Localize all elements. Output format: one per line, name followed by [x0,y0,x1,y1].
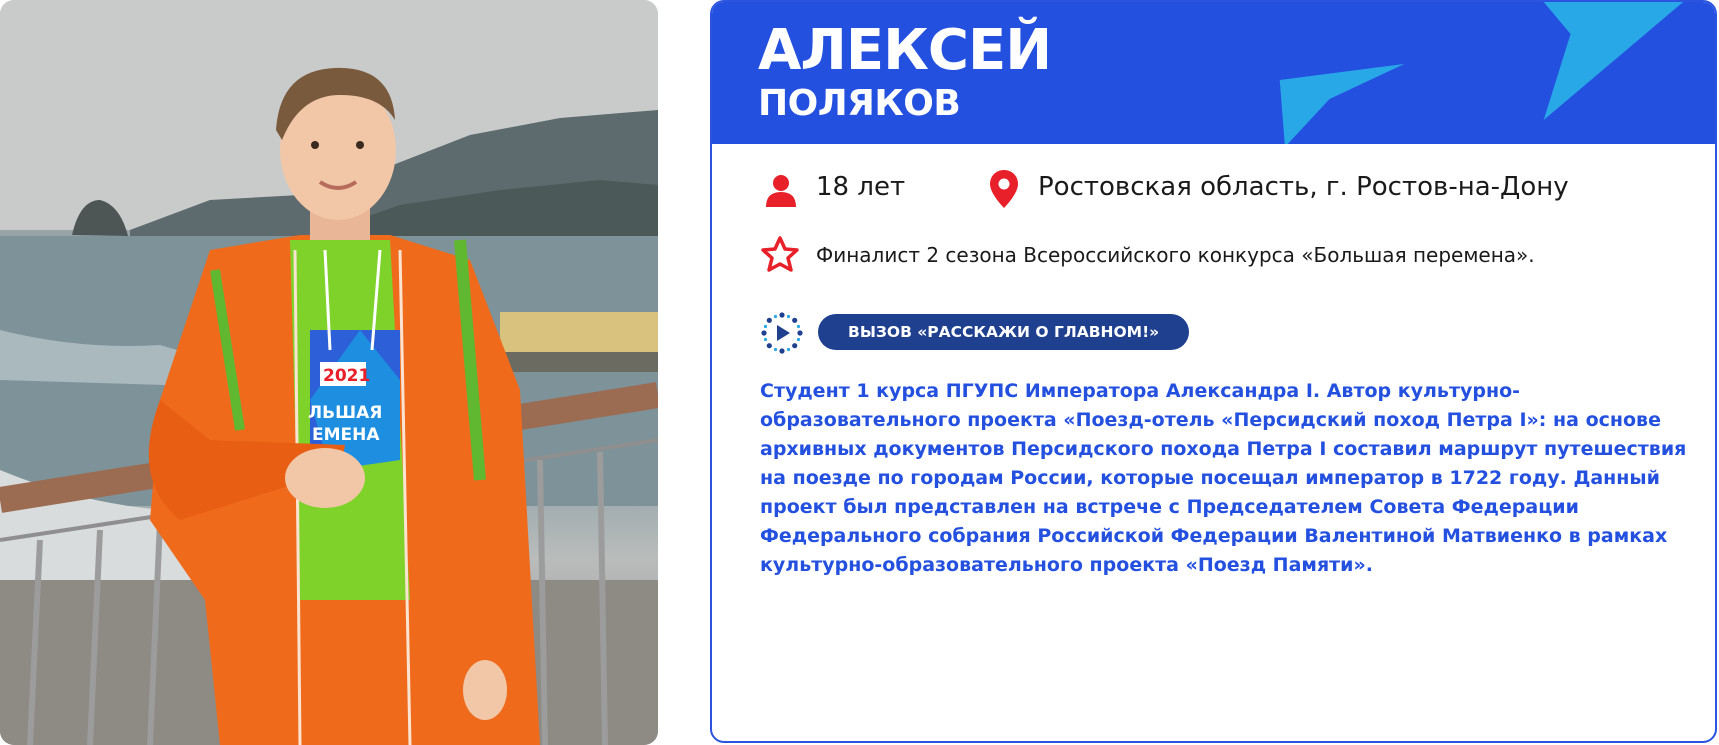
photo-illustration: 2021 ЛЬШАЯ ЕМЕНА [0,0,658,745]
hoodie-year: 2021 [323,366,370,386]
play-circle-icon [761,312,803,354]
map-pin-icon [990,170,1018,208]
profile-photo: 2021 ЛЬШАЯ ЕМЕНА [0,0,658,745]
age-text: 18 лет [816,172,906,202]
person-icon [766,175,796,207]
finalist-text: Финалист 2 сезона Всероссийского конкурс… [816,243,1535,267]
hoodie-text-2: ЕМЕНА [312,425,380,445]
last-name: ПОЛЯКОВ [758,83,961,124]
first-name: АЛЕКСЕЙ [758,18,1052,83]
bio-text: Студент 1 курса ПГУПС Императора Алексан… [760,380,1687,576]
challenge-badge: ВЫЗОВ «РАССКАЖИ О ГЛАВНОМ!» [818,314,1190,350]
location-text: Ростовская область, г. Ростов-на-Дону [1038,172,1569,202]
star-icon [761,236,799,272]
card-header: АЛЕКСЕЙ ПОЛЯКОВ [712,2,1715,144]
profile-card: АЛЕКСЕЙ ПОЛЯКОВ 18 лет Ростовская област… [710,0,1717,743]
hoodie-text-1: ЛЬШАЯ [308,403,382,423]
